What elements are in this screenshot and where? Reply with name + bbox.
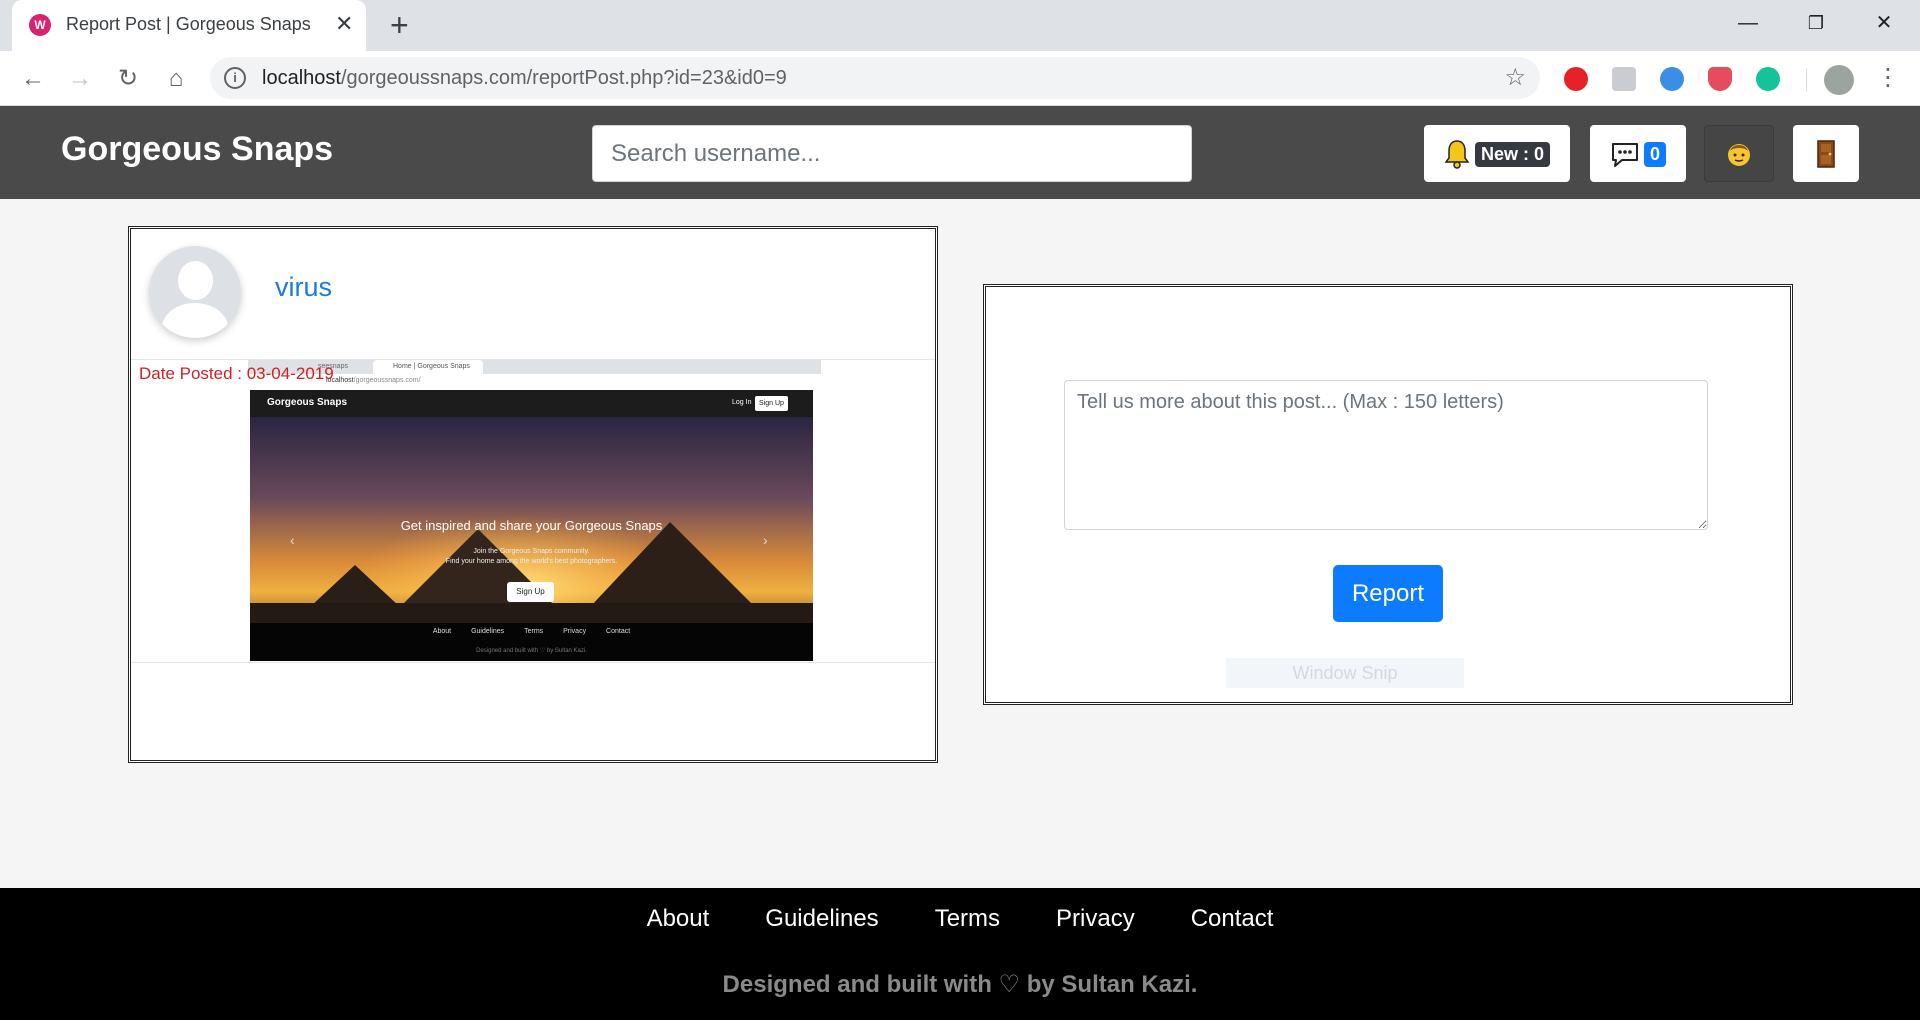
- image-toolbar: localhost/gorgeoussnaps.com/: [248, 374, 821, 390]
- messages-badge: 0: [1644, 142, 1667, 167]
- site-footer: About Guidelines Terms Privacy Contact D…: [0, 888, 1920, 1020]
- tab-title: Report Post | Gorgeous Snaps: [66, 14, 311, 34]
- face-icon: [1728, 144, 1750, 166]
- post-divider: [131, 662, 935, 663]
- image-hero-subtitle-1: Join the Gorgeous Snaps community.: [473, 548, 590, 555]
- grammarly-icon[interactable]: [1756, 67, 1780, 91]
- avatar-body: [162, 303, 228, 338]
- footer-link-privacy[interactable]: Privacy: [1056, 905, 1135, 945]
- post-username-link[interactable]: virus: [275, 272, 332, 303]
- app-navbar: Gorgeous Snaps New : 0 0: [0, 106, 1920, 199]
- door-icon: [1817, 140, 1835, 168]
- browser-menu-icon[interactable]: ⋮: [1876, 63, 1900, 93]
- image-tab: Home | Gorgeous Snaps: [373, 360, 483, 374]
- image-footer-link: About: [432, 628, 452, 635]
- browser-tab[interactable]: W Report Post | Gorgeous Snaps ✕: [12, 0, 366, 51]
- post-card: virus seesnaps Home | Gorgeous Snaps loc…: [128, 226, 938, 763]
- image-brand: Gorgeous Snaps: [267, 397, 348, 408]
- image-hero-button: Sign Up: [507, 582, 554, 602]
- address-bar[interactable]: i localhost/gorgeoussnaps.com/reportPost…: [210, 57, 1540, 99]
- cube-extension-icon[interactable]: [1612, 67, 1636, 91]
- reload-icon[interactable]: ↻: [112, 63, 144, 95]
- url-host: localhost: [262, 67, 341, 89]
- logout-button[interactable]: [1793, 125, 1859, 182]
- bookmark-star-icon[interactable]: ☆: [1504, 63, 1526, 92]
- messages-button[interactable]: 0: [1590, 125, 1686, 182]
- image-footer-link: Privacy: [563, 628, 587, 635]
- image-hero-subtitle-2: Find your home among the world's best ph…: [445, 558, 618, 565]
- image-hero: ‹ › Get inspired and share your Gorgeous…: [250, 417, 813, 650]
- url-path: /gorgeoussnaps.com/reportPost.php?id=23&…: [340, 67, 787, 89]
- image-hero-title: Get inspired and share your Gorgeous Sna…: [400, 518, 663, 533]
- report-button[interactable]: Report: [1333, 565, 1443, 622]
- site-favicon-icon: W: [29, 14, 51, 36]
- image-footer-link: Terms: [524, 628, 544, 635]
- user-avatar[interactable]: [149, 246, 241, 338]
- post-image[interactable]: seesnaps Home | Gorgeous Snaps localhost…: [248, 360, 821, 661]
- footer-links: About Guidelines Terms Privacy Contact: [0, 905, 1920, 945]
- chat-icon: [1612, 143, 1638, 167]
- footer-credit: Designed and built with ♡ by Sultan Kazi…: [722, 971, 1198, 998]
- footer-link-guidelines[interactable]: Guidelines: [765, 905, 878, 945]
- brand-logo[interactable]: Gorgeous Snaps: [61, 130, 333, 169]
- image-tabstrip: seesnaps Home | Gorgeous Snaps: [248, 360, 821, 374]
- site-info-icon[interactable]: i: [224, 67, 246, 89]
- avatar-head: [178, 261, 213, 300]
- date-posted: Date Posted : 03-04-2019: [139, 364, 334, 383]
- notification-badge: New : 0: [1475, 142, 1551, 167]
- restore-icon[interactable]: ❐: [1786, 6, 1846, 40]
- address-url: localhost/gorgeoussnaps.com/reportPost.p…: [262, 67, 787, 90]
- search-input[interactable]: [592, 125, 1192, 182]
- image-footer-credit: Designed and built with ♡ by Sultan Kazi…: [476, 648, 587, 654]
- shield-extension-icon[interactable]: [1708, 67, 1732, 91]
- notifications-button[interactable]: New : 0: [1424, 125, 1570, 182]
- image-footer-links: About Guidelines Terms Privacy Contact: [250, 628, 813, 635]
- footer-link-about[interactable]: About: [647, 905, 710, 945]
- image-url: localhost/gorgeoussnaps.com/: [326, 377, 421, 384]
- browser-toolbar: ← → ↻ ⌂ i localhost/gorgeoussnaps.com/re…: [0, 51, 1920, 106]
- report-card: Report Window Snip: [983, 284, 1793, 705]
- image-navbar: Gorgeous Snaps Log In Sign Up: [250, 390, 813, 417]
- image-footer: About Guidelines Terms Privacy Contact D…: [250, 623, 813, 661]
- close-tab-icon[interactable]: ✕: [335, 12, 353, 36]
- report-reason-textarea[interactable]: [1064, 380, 1708, 530]
- image-signup: Sign Up: [755, 396, 788, 411]
- footer-link-contact[interactable]: Contact: [1191, 905, 1274, 945]
- new-tab-icon[interactable]: +: [390, 8, 409, 42]
- minimize-icon[interactable]: —: [1718, 6, 1778, 40]
- pyramids-sunset-illustration: [250, 417, 813, 650]
- home-icon[interactable]: ⌂: [160, 63, 192, 95]
- adblock-icon[interactable]: [1564, 67, 1588, 91]
- bell-icon: [1444, 140, 1470, 169]
- forward-icon[interactable]: →: [64, 63, 96, 95]
- profile-avatar[interactable]: [1824, 65, 1854, 95]
- back-icon[interactable]: ←: [17, 63, 49, 95]
- globe-extension-icon[interactable]: [1660, 67, 1684, 91]
- image-next-arrow-icon: ›: [763, 532, 768, 548]
- profile-button[interactable]: [1704, 125, 1774, 182]
- image-footer-link: Contact: [606, 628, 631, 635]
- window-snip-overlay: Window Snip: [1226, 658, 1464, 688]
- image-footer-link: Guidelines: [471, 628, 505, 635]
- window-close-icon[interactable]: ✕: [1854, 6, 1914, 40]
- image-page: Gorgeous Snaps Log In Sign Up ‹ › Get in…: [250, 390, 813, 661]
- image-url-path: /gorgeoussnaps.com/: [353, 377, 421, 384]
- image-login: Log In: [732, 399, 752, 406]
- footer-link-terms[interactable]: Terms: [935, 905, 1000, 945]
- image-prev-arrow-icon: ‹: [290, 532, 295, 548]
- browser-tabstrip: W Report Post | Gorgeous Snaps ✕ + — ❐ ✕: [0, 0, 1920, 51]
- toolbar-divider: [1806, 68, 1807, 92]
